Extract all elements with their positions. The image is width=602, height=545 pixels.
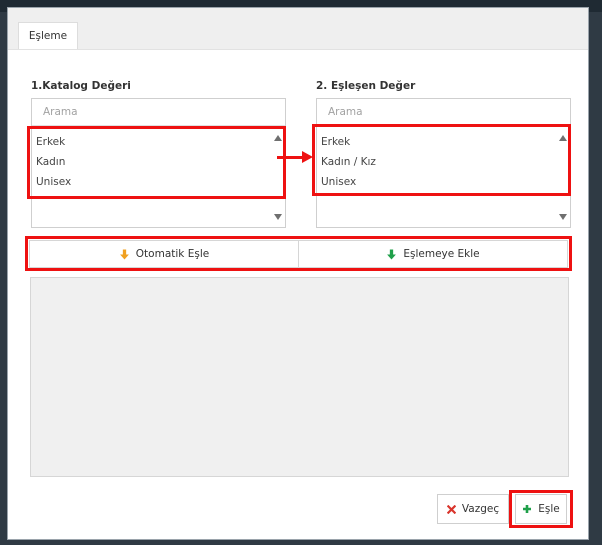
arrow-down-icon — [387, 249, 397, 259]
list-item[interactable]: Kadın — [36, 152, 71, 172]
matched-search-input[interactable] — [317, 99, 570, 126]
tab-label: Eşleme — [28, 30, 68, 42]
tab-esleme[interactable]: Eşleme — [18, 22, 78, 49]
tab-bar: Eşleme — [8, 8, 588, 50]
match-button[interactable]: Eşle — [515, 494, 567, 524]
list-item[interactable]: Erkek — [36, 132, 71, 152]
scroll-down-icon[interactable] — [274, 214, 282, 220]
arrow-right-icon — [302, 151, 313, 163]
list-item[interactable]: Unisex — [36, 172, 71, 192]
catalog-value-list[interactable]: Erkek Kadın Unisex — [31, 98, 286, 228]
scroll-up-icon[interactable] — [274, 135, 282, 141]
matched-options: Erkek Kadın / Kız Unisex — [321, 132, 376, 192]
arrow-down-icon — [119, 249, 129, 259]
scroll-down-icon[interactable] — [559, 214, 567, 220]
cancel-button[interactable]: Vazgeç — [437, 494, 509, 524]
match-actions-bar: Otomatik Eşle Eşlemeye Ekle — [29, 240, 568, 268]
scroll-up-icon[interactable] — [559, 135, 567, 141]
list-item[interactable]: Kadın / Kız — [321, 152, 376, 172]
catalog-search-input[interactable] — [32, 99, 285, 126]
catalog-value-label: 1.Katalog Değeri — [31, 80, 131, 92]
cancel-label: Vazgeç — [461, 503, 500, 515]
add-to-match-button[interactable]: Eşlemeye Ekle — [298, 241, 567, 267]
matched-value-label: 2. Eşleşen Değer — [316, 80, 416, 92]
catalog-options: Erkek Kadın Unisex — [36, 132, 71, 192]
auto-match-button[interactable]: Otomatik Eşle — [30, 241, 298, 267]
close-icon — [446, 504, 456, 514]
match-label: Eşle — [538, 503, 560, 515]
add-to-match-label: Eşlemeye Ekle — [403, 248, 480, 260]
matched-pairs-panel — [30, 277, 569, 477]
plus-icon — [523, 505, 532, 513]
annotation-arrow-line — [277, 156, 303, 159]
auto-match-label: Otomatik Eşle — [135, 248, 210, 260]
list-item[interactable]: Unisex — [321, 172, 376, 192]
list-item[interactable]: Erkek — [321, 132, 376, 152]
matched-value-list[interactable]: Erkek Kadın / Kız Unisex — [316, 98, 571, 228]
